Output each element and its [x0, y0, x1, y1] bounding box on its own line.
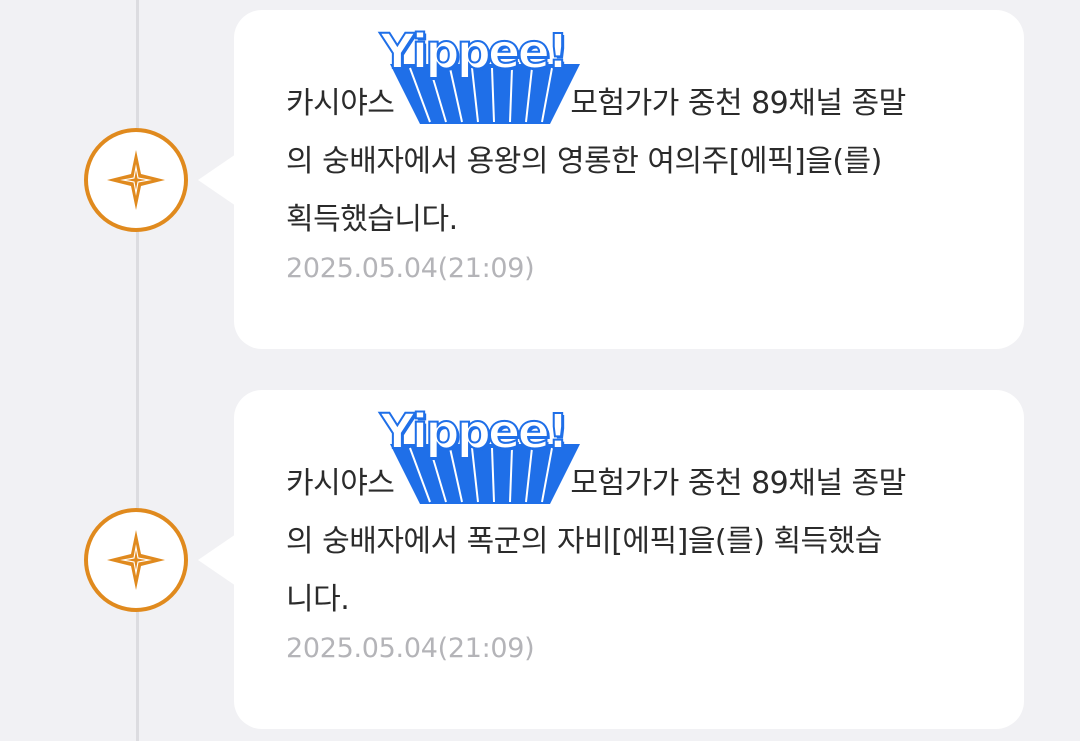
message-line-1: 카시야스 모험가가 중천 89채널 종말	[286, 75, 966, 133]
card-pointer	[198, 534, 236, 586]
card-pointer	[198, 154, 236, 206]
notification-card[interactable]: Yippee! 카시야스 모험가가 중천 89채널 종말 의 숭배자에서 용왕의 …	[198, 10, 1024, 349]
compass-star-icon	[107, 150, 165, 210]
player-name: 카시야스	[286, 86, 395, 121]
timestamp: 2025.05.04(21:09)	[286, 253, 535, 284]
notification-message: 카시야스 모험가가 중천 89채널 종말 의 숭배자에서 용왕의 영롱한 여의주[…	[286, 75, 966, 249]
timeline-line	[136, 0, 139, 741]
compass-star-icon	[107, 530, 165, 590]
player-name: 카시야스	[286, 466, 395, 501]
notification-message: 카시야스 모험가가 중천 89채널 종말 의 숭배자에서 폭군의 자비[에픽]을(…	[286, 455, 966, 629]
message-line-2: 의 숭배자에서 용왕의 영롱한 여의주[에픽]을(를)	[286, 144, 882, 179]
sticker-text: Yippee!	[379, 23, 570, 81]
message-line-3: 니다.	[286, 582, 350, 617]
notification-card[interactable]: Yippee! 카시야스 모험가가 중천 89채널 종말 의 숭배자에서 폭군의 …	[198, 390, 1024, 729]
message-line-1: 카시야스 모험가가 중천 89채널 종말	[286, 455, 966, 513]
message-fragment: 모험가가 중천 89채널 종말	[570, 466, 906, 501]
timeline-marker	[84, 128, 188, 232]
message-line-2: 의 숭배자에서 폭군의 자비[에픽]을(를) 획득했습	[286, 524, 882, 559]
sticker-text: Yippee!	[379, 403, 570, 461]
message-line-3: 획득했습니다.	[286, 202, 458, 237]
timestamp: 2025.05.04(21:09)	[286, 633, 535, 664]
timeline-marker	[84, 508, 188, 612]
message-fragment: 모험가가 중천 89채널 종말	[570, 86, 906, 121]
